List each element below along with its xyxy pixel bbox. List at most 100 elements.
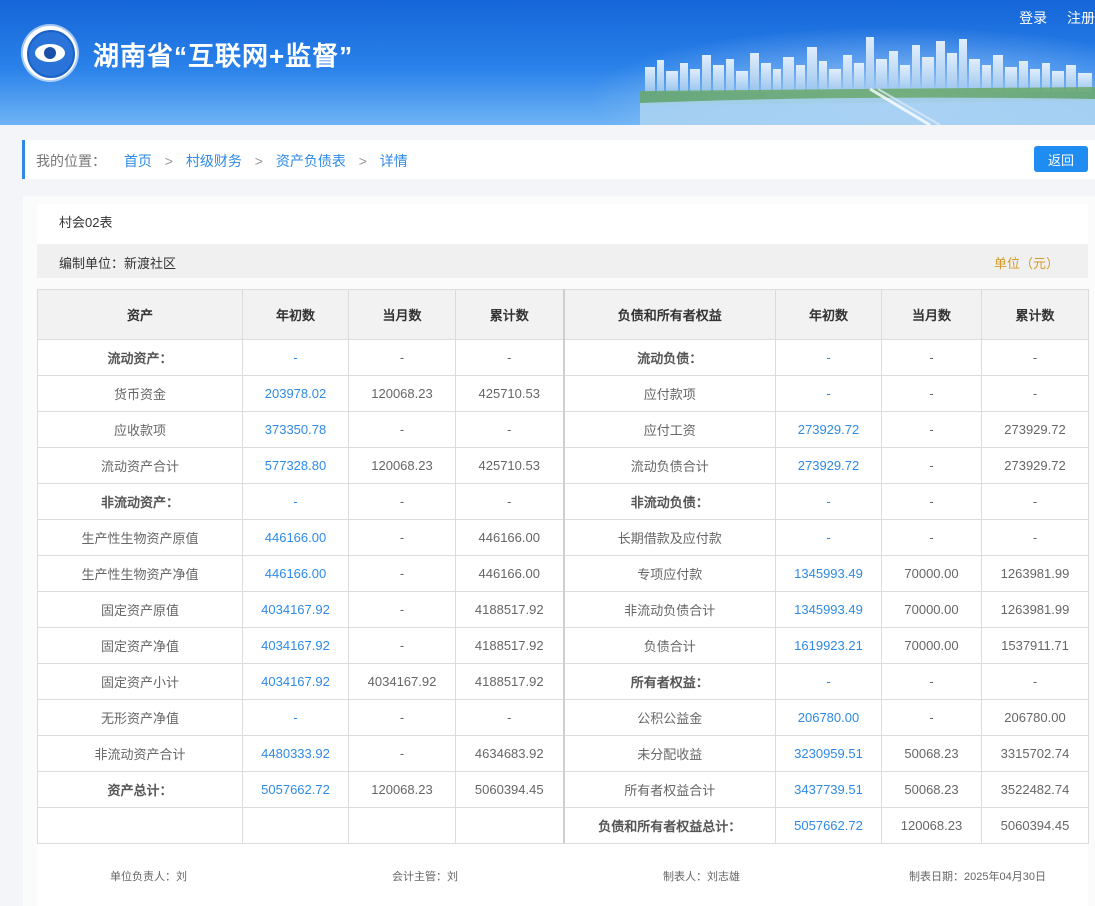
- breadcrumb-village-finance[interactable]: 村级财务: [186, 153, 242, 169]
- login-link[interactable]: 登录: [1019, 10, 1047, 26]
- amount-cell: [348, 807, 456, 844]
- amount-cell: 4188517.92: [455, 663, 564, 700]
- amount-cell: 70000.00: [881, 627, 982, 664]
- column-header: 负债和所有者权益: [562, 289, 776, 340]
- amount-cell[interactable]: -: [775, 663, 882, 700]
- amount-cell: 4634683.92: [455, 735, 564, 772]
- amount-cell: 446166.00: [455, 555, 564, 592]
- amount-cell[interactable]: 1345993.49: [775, 591, 882, 628]
- amount-cell: -: [348, 483, 456, 520]
- register-link[interactable]: 注册: [1067, 10, 1095, 26]
- amount-cell: 120068.23: [348, 447, 456, 484]
- eye-pupil-icon: [44, 47, 56, 59]
- amount-cell[interactable]: 5057662.72: [242, 771, 349, 808]
- amount-cell[interactable]: 5057662.72: [775, 807, 882, 844]
- amount-cell: 120068.23: [348, 375, 456, 412]
- asset-item-name: 非流动资产：: [37, 483, 243, 520]
- table-row: 非流动资产合计 4480333.92-4634683.92 未分配收益 3230959…: [37, 735, 1089, 772]
- amount-cell[interactable]: 273929.72: [775, 411, 882, 448]
- breadcrumb-detail[interactable]: 详情: [380, 153, 408, 169]
- amount-cell[interactable]: -: [775, 339, 882, 376]
- currency-unit: 单位（元）: [993, 256, 1059, 271]
- amount-cell[interactable]: -: [242, 699, 349, 736]
- amount-cell[interactable]: 577328.80: [242, 447, 349, 484]
- org-unit-row: 编制单位：新渡社区 单位（元）: [37, 244, 1088, 278]
- amount-cell[interactable]: -: [775, 375, 882, 412]
- asset-item-name: 无形资产净值: [37, 699, 243, 736]
- amount-cell[interactable]: 3437739.51: [775, 771, 882, 808]
- asset-item-name: 应收款项: [37, 411, 243, 448]
- amount-cell[interactable]: -: [242, 339, 349, 376]
- amount-cell[interactable]: 446166.00: [242, 555, 349, 592]
- breadcrumb-bar: 我的位置： 首页 > 村级财务 > 资产负债表 > 详情 返回: [22, 140, 1095, 179]
- liability-item-name: 非流动负债：: [562, 483, 776, 520]
- amount-cell: -: [881, 483, 982, 520]
- city-skyline-banner: [640, 37, 1095, 125]
- amount-cell: 1263981.99: [981, 591, 1089, 628]
- amount-cell[interactable]: 1619923.21: [775, 627, 882, 664]
- breadcrumb-home[interactable]: 首页: [124, 153, 152, 169]
- amount-cell[interactable]: 3230959.51: [775, 735, 882, 772]
- amount-cell[interactable]: 1345993.49: [775, 555, 882, 592]
- table-row: 流动资产： - - - 流动负债： - - -: [37, 339, 1089, 376]
- liability-item-name: 流动负债：: [562, 339, 776, 376]
- asset-item-name: 固定资产原值: [37, 591, 243, 628]
- accounting-supervisor: 会计主管：刘: [392, 871, 458, 883]
- table-row: 无形资产净值 - - - 公积公益金 206780.00-206780.00: [37, 699, 1089, 736]
- amount-cell: 50068.23: [881, 735, 982, 772]
- amount-cell: 5060394.45: [455, 771, 564, 808]
- amount-cell: -: [455, 699, 564, 736]
- table-row: 非流动资产： - - - 非流动负债： - - -: [37, 483, 1089, 520]
- amount-cell[interactable]: 273929.72: [775, 447, 882, 484]
- amount-cell: -: [881, 447, 982, 484]
- amount-cell[interactable]: -: [775, 483, 882, 520]
- breadcrumb-balance-sheet[interactable]: 资产负债表: [276, 153, 346, 169]
- amount-cell[interactable]: 4034167.92: [242, 627, 349, 664]
- amount-cell[interactable]: 4034167.92: [242, 663, 349, 700]
- preparer: 制表人：刘志雄: [663, 871, 740, 883]
- site-logo[interactable]: [23, 26, 77, 80]
- column-header: 累计数: [981, 289, 1089, 340]
- asset-item-name: 流动资产：: [37, 339, 243, 376]
- amount-cell: 1263981.99: [981, 555, 1089, 592]
- amount-cell[interactable]: -: [775, 519, 882, 556]
- amount-cell: 70000.00: [881, 555, 982, 592]
- amount-cell[interactable]: -: [242, 483, 349, 520]
- back-button[interactable]: 返回: [1034, 146, 1088, 172]
- amount-cell: 5060394.45: [981, 807, 1089, 844]
- table-body: 流动资产： - - - 流动负债： - - - 货币资金 203978.02 120068.23 42…: [37, 339, 1089, 844]
- amount-cell: -: [455, 339, 564, 376]
- asset-item-name: 非流动资产合计: [37, 735, 243, 772]
- amount-cell[interactable]: 206780.00: [775, 699, 882, 736]
- amount-cell[interactable]: 4480333.92: [242, 735, 349, 772]
- amount-cell: -: [881, 699, 982, 736]
- amount-cell: 3315702.74: [981, 735, 1089, 772]
- amount-cell: -: [455, 411, 564, 448]
- liability-item-name: 负债和所有者权益总计：: [562, 807, 776, 844]
- site-title: 湖南省“互联网+监督”: [93, 41, 354, 71]
- amount-cell[interactable]: 4034167.92: [242, 591, 349, 628]
- table-number-row: 村会02表: [37, 204, 1088, 244]
- liability-item-name: 应付款项: [562, 375, 776, 412]
- liability-item-name: 公积公益金: [562, 699, 776, 736]
- amount-cell: 4034167.92: [348, 663, 456, 700]
- table-row: 应收款项 373350.78- - 应付工资 273929.72-273929.72: [37, 411, 1089, 448]
- amount-cell: 206780.00: [981, 699, 1089, 736]
- amount-cell: 120068.23: [348, 771, 456, 808]
- table-row: 负债和所有者权益总计： 5057662.72 120068.23 5060394.45: [37, 807, 1089, 844]
- asset-item-name: 固定资产小计: [37, 663, 243, 700]
- amount-cell[interactable]: 446166.00: [242, 519, 349, 556]
- column-header: 当月数: [348, 289, 456, 340]
- amount-cell[interactable]: 203978.02: [242, 375, 349, 412]
- asset-item-name: 固定资产净值: [37, 627, 243, 664]
- amount-cell[interactable]: 373350.78: [242, 411, 349, 448]
- amount-cell: [455, 807, 564, 844]
- liability-item-name: 所有者权益：: [562, 663, 776, 700]
- breadcrumb-prefix: 我的位置：: [36, 153, 106, 169]
- amount-cell: -: [981, 519, 1089, 556]
- asset-item-name: 货币资金: [37, 375, 243, 412]
- amount-cell: 273929.72: [981, 411, 1089, 448]
- amount-cell: -: [348, 519, 456, 556]
- amount-cell: 425710.53: [455, 375, 564, 412]
- liability-item-name: 专项应付款: [562, 555, 776, 592]
